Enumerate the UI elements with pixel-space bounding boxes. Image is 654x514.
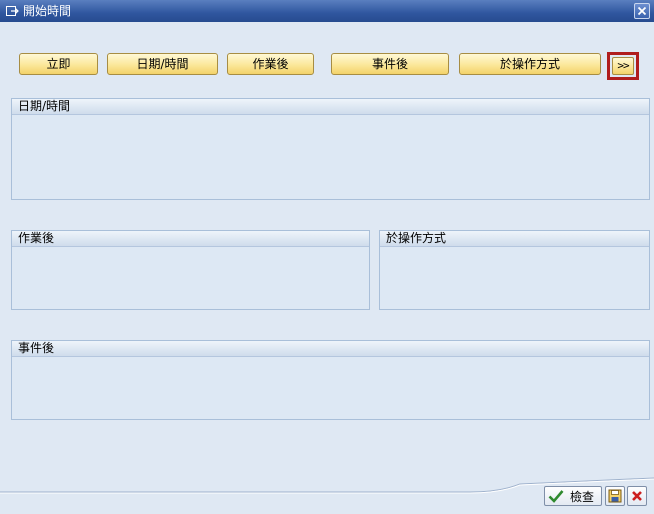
dialog-content: 立即 日期/時間 作業後 事件後 於操作方式 >> 日期/時間 作業後 於操作方… <box>0 22 654 514</box>
date-time-group-title: 日期/時間 <box>12 99 649 115</box>
after-event-button[interactable]: 事件後 <box>331 53 449 75</box>
check-button[interactable]: 檢查 <box>544 486 602 506</box>
save-button[interactable] <box>605 486 625 506</box>
date-time-button[interactable]: 日期/時間 <box>107 53 218 75</box>
cancel-icon <box>632 491 642 501</box>
cancel-button[interactable] <box>627 486 647 506</box>
immediate-button[interactable]: 立即 <box>19 53 98 75</box>
title-bar: 開始時間 <box>0 0 654 22</box>
save-icon <box>608 489 622 503</box>
check-button-label: 檢查 <box>570 489 595 504</box>
after-event-group-title: 事件後 <box>12 341 649 357</box>
checkmark-icon <box>548 490 564 503</box>
close-icon <box>637 6 647 16</box>
operation-mode-group-title: 於操作方式 <box>380 231 649 247</box>
close-button[interactable] <box>634 3 650 19</box>
window-icon <box>5 4 19 18</box>
more-button-highlight: >> <box>607 52 639 80</box>
operation-mode-group: 於操作方式 <box>379 230 650 310</box>
date-time-group: 日期/時間 <box>11 98 650 200</box>
more-button[interactable]: >> <box>612 57 634 75</box>
after-job-group-title: 作業後 <box>12 231 369 247</box>
after-job-button[interactable]: 作業後 <box>227 53 314 75</box>
operation-mode-button[interactable]: 於操作方式 <box>459 53 601 75</box>
window-title: 開始時間 <box>23 4 72 18</box>
after-job-group: 作業後 <box>11 230 370 310</box>
after-event-group: 事件後 <box>11 340 650 420</box>
